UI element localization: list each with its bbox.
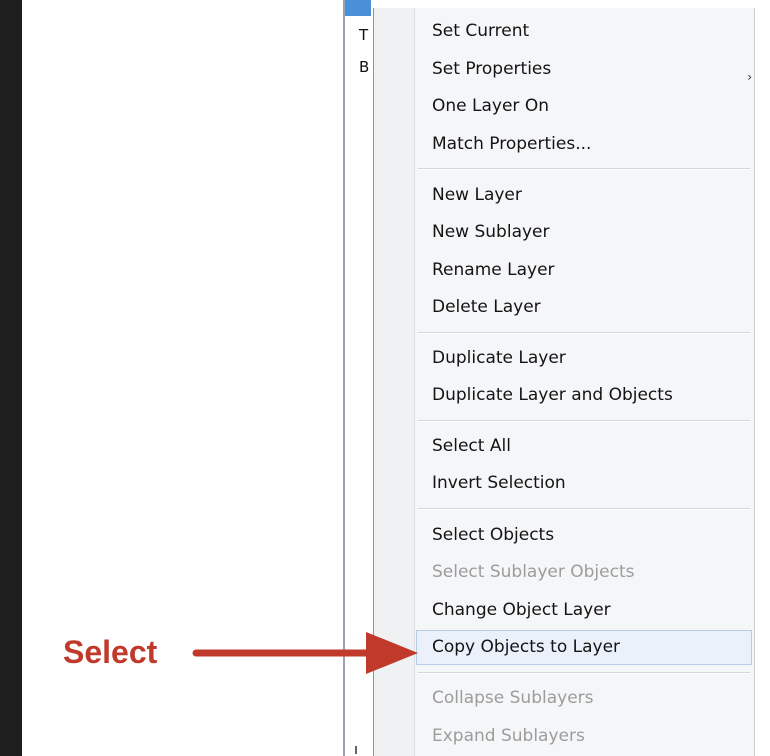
menu-item-set-properties[interactable]: Set Properties <box>432 54 551 84</box>
menu-item-select-all[interactable]: Select All <box>432 431 511 461</box>
red-pointer-arrow-icon <box>192 632 418 674</box>
menu-item-copy-objects-to-layer[interactable]: Copy Objects to Layer <box>432 632 620 662</box>
menu-separator <box>418 672 750 674</box>
menu-item-match-properties[interactable]: Match Properties... <box>432 129 591 159</box>
menu-item-collapse-sublayers: Collapse Sublayers <box>432 688 594 708</box>
menu-item-rename-layer[interactable]: Rename Layer <box>432 255 555 285</box>
menu-item-invert-selection[interactable]: Invert Selection <box>432 468 566 498</box>
menu-separator <box>418 168 750 170</box>
select-annotation-label: Select <box>63 634 158 670</box>
menu-separator <box>418 332 750 334</box>
menu-item-delete-layer[interactable]: Delete Layer <box>432 292 541 322</box>
layer-column-text: B <box>359 58 370 76</box>
layer-column-text: T <box>359 26 369 44</box>
menu-separator <box>418 508 750 510</box>
selected-layer-marker[interactable] <box>345 0 371 16</box>
menu-item-change-object-layer[interactable]: Change Object Layer <box>432 595 611 625</box>
menu-item-new-sublayer[interactable]: New Sublayer <box>432 217 550 247</box>
menu-item-duplicate-layer-and-objects[interactable]: Duplicate Layer and Objects <box>432 380 673 410</box>
menu-item-one-layer-on[interactable]: One Layer On <box>432 91 549 121</box>
submenu-arrow-icon: › <box>747 70 752 84</box>
menu-item-set-current[interactable]: Set Current <box>432 16 529 46</box>
menu-item-expand-sublayers: Expand Sublayers <box>432 726 585 746</box>
menu-item-select-sublayer-objects: Select Sublayer Objects <box>432 562 635 582</box>
layer-context-menu: Set Current Set Properties › One Layer O… <box>373 8 755 756</box>
screenshot-stage: T B Set Current Set Properties › One Lay… <box>0 0 770 756</box>
menu-item-duplicate-layer[interactable]: Duplicate Layer <box>432 343 566 373</box>
dark-side-bar <box>0 0 22 756</box>
menu-separator <box>418 420 750 422</box>
panel-corner <box>355 746 365 754</box>
menu-item-new-layer[interactable]: New Layer <box>432 180 522 210</box>
menu-item-select-objects[interactable]: Select Objects <box>432 520 554 550</box>
